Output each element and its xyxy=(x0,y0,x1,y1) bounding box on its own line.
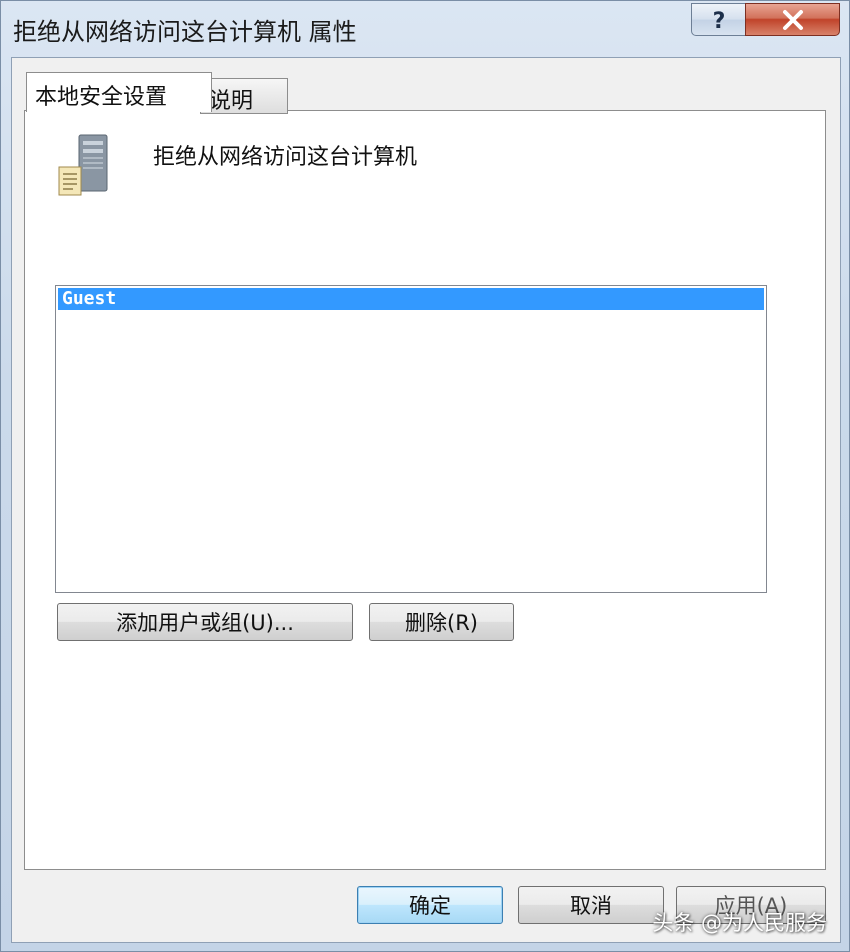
title-bar[interactable]: 拒绝从网络访问这台计算机 属性 ? xyxy=(1,1,850,56)
remove-button[interactable]: 删除(R) xyxy=(369,603,514,641)
close-button[interactable] xyxy=(745,3,840,36)
member-list[interactable]: Guest xyxy=(55,285,767,593)
tab-explain-label: 说明 xyxy=(209,89,254,114)
watermark: 头条 @为人民服务 xyxy=(652,911,827,935)
ok-button[interactable]: 确定 xyxy=(357,886,503,924)
policy-name: 拒绝从网络访问这台计算机 xyxy=(153,145,418,170)
add-user-or-group-button[interactable]: 添加用户或组(U)... xyxy=(57,603,353,641)
close-icon xyxy=(782,9,803,30)
tab-explain[interactable]: 说明 xyxy=(200,78,288,114)
window-title: 拒绝从网络访问这台计算机 属性 xyxy=(13,18,357,46)
help-button[interactable]: ? xyxy=(691,3,746,36)
properties-dialog: 拒绝从网络访问这台计算机 属性 ? 说明 本地安全设置 拒绝从网络访问这台计算机… xyxy=(0,0,850,952)
tab-panel: 拒绝从网络访问这台计算机 Guest 添加用户或组(U)... 删除(R) xyxy=(24,110,826,870)
help-icon: ? xyxy=(712,9,725,32)
cancel-button[interactable]: 取消 xyxy=(518,886,664,924)
tab-local-security-setting-label: 本地安全设置 xyxy=(35,85,168,110)
list-item-guest[interactable]: Guest xyxy=(58,288,764,310)
svg-text:?: ? xyxy=(712,9,725,32)
tab-local-security-setting[interactable]: 本地安全设置 xyxy=(26,72,212,112)
dialog-body: 说明 本地安全设置 拒绝从网络访问这台计算机 Guest 添加用户或组(U)..… xyxy=(11,57,841,943)
server-policy-icon xyxy=(58,134,108,196)
